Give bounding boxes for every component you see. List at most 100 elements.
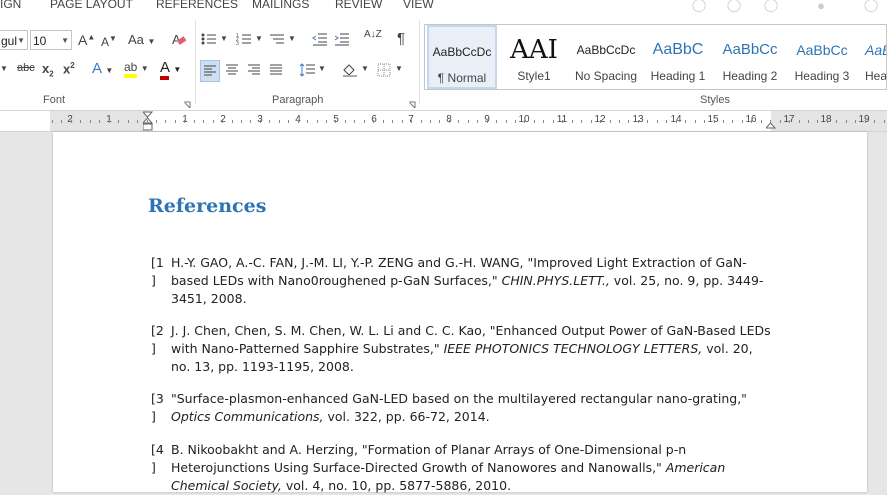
ruler-tick xyxy=(61,120,62,123)
bullets-icon[interactable] xyxy=(200,30,218,48)
ruler-tick xyxy=(524,120,525,123)
tab-design[interactable]: IGN xyxy=(0,0,21,11)
ruler-tick xyxy=(99,120,100,123)
decrease-indent-icon[interactable] xyxy=(311,30,329,48)
ruler-tick xyxy=(695,120,696,123)
ruler-tick xyxy=(411,120,412,123)
style-style1[interactable]: AAI Style1 xyxy=(499,25,569,89)
shading-icon[interactable] xyxy=(341,61,359,79)
ruler-tick xyxy=(770,120,771,123)
reference-text: J. J. Chen, Chen, S. M. Chen, W. L. Li a… xyxy=(171,323,771,374)
style-preview: AaBbCc xyxy=(796,42,848,58)
ruler-tick xyxy=(269,120,270,123)
ruler-tick xyxy=(638,120,639,123)
ruler-tick xyxy=(421,120,422,123)
tab-view[interactable]: VIEW xyxy=(403,0,434,11)
ruler-tick xyxy=(581,120,582,123)
clear-formatting-icon[interactable]: A xyxy=(170,30,188,48)
show-hide-marks-button[interactable]: ¶ xyxy=(397,30,405,47)
reference-text: "Surface-plasmon-enhanced GaN-LED based … xyxy=(171,391,747,424)
font-color-button[interactable]: A ▼ xyxy=(160,59,181,80)
style-name: Hea xyxy=(865,69,887,83)
ruler-tick xyxy=(279,120,280,123)
increase-indent-icon[interactable] xyxy=(333,30,351,48)
style-no-spacing[interactable]: AaBbCcDc No Spacing xyxy=(571,25,641,89)
document-page[interactable]: References [1] H.-Y. GAO, A.-C. FAN, J.-… xyxy=(53,132,867,493)
style-heading-4-partial[interactable]: AaBl Hea xyxy=(859,25,887,89)
ruler-tick xyxy=(364,120,365,123)
font-name-combo[interactable]: gul ▼ xyxy=(0,30,28,50)
chevron-down-icon[interactable]: ▼ xyxy=(255,34,263,43)
align-center-icon[interactable] xyxy=(223,61,241,79)
borders-icon[interactable] xyxy=(375,61,393,79)
numbering-icon[interactable]: 123 xyxy=(235,30,253,48)
reference-text: H.-Y. GAO, A.-C. FAN, J.-M. LI, Y.-P. ZE… xyxy=(171,255,764,306)
reference-label: [2] xyxy=(151,323,164,356)
faded-comment-icon: ◯ xyxy=(726,0,742,12)
line-spacing-icon[interactable] xyxy=(299,61,317,79)
reference-label: [1] xyxy=(151,255,164,288)
chevron-down-icon[interactable]: ▼ xyxy=(318,64,326,73)
text-effects-button[interactable]: A ▼ xyxy=(92,60,113,77)
align-right-icon[interactable] xyxy=(245,61,263,79)
ruler-tick xyxy=(52,120,53,123)
ruler-tick xyxy=(610,120,611,123)
chevron-down-icon[interactable]: ▼ xyxy=(220,34,228,43)
font-size-combo[interactable]: 10 ▼ xyxy=(30,30,72,50)
ruler-tick xyxy=(402,120,403,123)
paragraph-dialog-launcher-icon[interactable] xyxy=(408,96,416,109)
font-name-value: gul xyxy=(1,34,18,48)
style-name: ¶ Normal xyxy=(437,71,487,85)
ruler-tick xyxy=(354,120,355,123)
horizontal-ruler[interactable]: 2 1 1 2 3 4 5 6 7 8 9 10 11 12 13 14 15 … xyxy=(0,111,887,132)
shrink-font-button[interactable]: A▼ xyxy=(101,34,117,49)
chevron-down-icon[interactable]: ▼ xyxy=(0,64,8,73)
change-case-button[interactable]: Aa ▼ xyxy=(128,32,155,47)
ruler-tick xyxy=(506,120,507,123)
ruler-tick xyxy=(156,120,157,123)
styles-group-label: Styles xyxy=(700,94,730,106)
ruler-tick xyxy=(808,120,809,123)
font-dialog-launcher-icon[interactable] xyxy=(183,96,191,109)
ruler-tick xyxy=(487,120,488,123)
chevron-down-icon[interactable]: ▼ xyxy=(17,31,25,51)
style-heading-2[interactable]: AaBbCc Heading 2 xyxy=(715,25,785,89)
style-heading-3[interactable]: AaBbCc Heading 3 xyxy=(787,25,857,89)
ruler-tick xyxy=(137,120,138,123)
reference-label: [4] xyxy=(151,442,164,475)
ruler-tick xyxy=(515,120,516,123)
chevron-down-icon[interactable]: ▼ xyxy=(395,64,403,73)
strikethrough-button[interactable]: abc xyxy=(17,62,35,74)
ruler-tick xyxy=(827,120,828,123)
ruler-tick xyxy=(723,120,724,123)
tab-page-layout[interactable]: PAGE LAYOUT xyxy=(50,0,133,11)
ruler-tick xyxy=(534,120,535,123)
superscript-button[interactable]: x2 xyxy=(63,61,75,76)
chevron-down-icon[interactable]: ▼ xyxy=(61,31,69,51)
ruler-tick xyxy=(430,120,431,123)
tab-references[interactable]: REFERENCES xyxy=(156,0,238,11)
style-heading-1[interactable]: AaBbC Heading 1 xyxy=(643,25,713,89)
ruler-tick xyxy=(383,120,384,123)
ruler-tick xyxy=(628,120,629,123)
style-normal[interactable]: AaBbCcDc ¶ Normal xyxy=(427,25,497,89)
tab-mailings[interactable]: MAILINGS xyxy=(252,0,309,11)
ruler-tick xyxy=(298,120,299,123)
paragraph-group-label: Paragraph xyxy=(272,94,324,106)
ruler-tick xyxy=(742,120,743,123)
justify-icon[interactable] xyxy=(267,61,285,79)
ruler-tick xyxy=(392,120,393,123)
ruler-tick xyxy=(761,120,762,123)
chevron-down-icon[interactable]: ▼ xyxy=(361,64,369,73)
multilevel-list-icon[interactable] xyxy=(268,30,286,48)
styles-gallery: AaBbCcDc ¶ Normal AAI Style1 AaBbCcDc No… xyxy=(424,24,887,90)
align-left-icon[interactable] xyxy=(200,60,220,82)
text-highlight-button[interactable]: ab ▼ xyxy=(124,60,149,78)
grow-font-button[interactable]: A▲ xyxy=(78,32,95,48)
style-preview: AAI xyxy=(510,35,558,65)
sort-button[interactable]: A↓Z xyxy=(364,30,382,40)
subscript-button[interactable]: x2 xyxy=(42,61,54,79)
tab-review[interactable]: REVIEW xyxy=(335,0,382,11)
chevron-down-icon[interactable]: ▼ xyxy=(288,34,296,43)
reference-text: B. Nikoobakht and A. Herzing, "Formation… xyxy=(171,442,726,493)
